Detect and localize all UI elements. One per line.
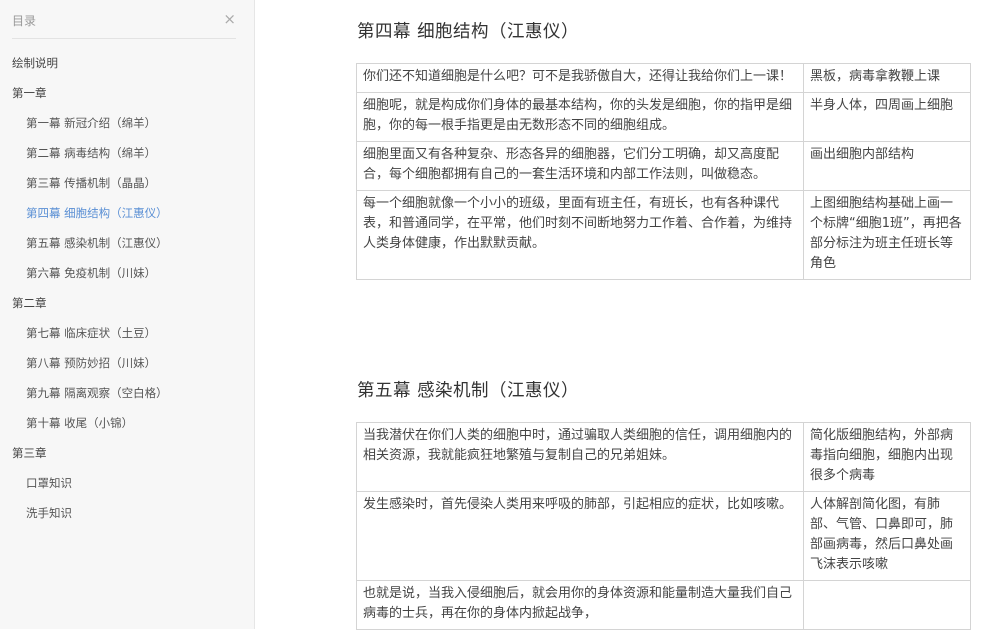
toc-item[interactable]: 第二幕 病毒结构（绵羊） <box>0 138 255 168</box>
toc-item[interactable]: 第一幕 新冠介绍（绵羊） <box>0 108 255 138</box>
toc-item[interactable]: 第八幕 预防妙招（川妹） <box>0 348 255 378</box>
drawing-note-cell <box>803 580 971 630</box>
toc-item[interactable]: 第九幕 隔离观察（空白格） <box>0 378 255 408</box>
toc-item[interactable]: 第七幕 临床症状（土豆） <box>0 318 255 348</box>
drawing-note-cell: 半身人体，四周画上细胞 <box>803 92 971 142</box>
toc-item-active[interactable]: 第四幕 细胞结构（江惠仪） <box>0 198 255 228</box>
toc-header: 目录 × <box>12 10 236 39</box>
toc-item[interactable]: 口罩知识 <box>0 468 255 498</box>
narration-cell: 每一个细胞就像一个小小的班级，里面有班主任，有班长，也有各种课代表，和普通同学，… <box>356 190 804 280</box>
drawing-note-cell: 黑板，病毒拿教鞭上课 <box>803 63 971 93</box>
table-row: 你们还不知道细胞是什么吧？可不是我骄傲自大，还得让我给你们上一课！ 黑板，病毒拿… <box>356 63 971 93</box>
drawing-note-cell: 上图细胞结构基础上画一个标牌“细胞1班”，再把各部分标注为班主任班长等角色 <box>803 190 971 280</box>
section-heading: 第五幕 感染机制（江惠仪） <box>357 381 580 401</box>
drawing-note-cell: 画出细胞内部结构 <box>803 141 971 191</box>
script-table: 当我潜伏在你们人类的细胞中时，通过骗取人类细胞的信任，调用细胞内的相关资源，我就… <box>356 422 971 630</box>
narration-cell: 你们还不知道细胞是什么吧？可不是我骄傲自大，还得让我给你们上一课！ <box>356 63 804 93</box>
narration-cell: 发生感染时，首先侵染人类用来呼吸的肺部，引起相应的症状，比如咳嗽。 <box>356 491 804 581</box>
section-heading: 第四幕 细胞结构（江惠仪） <box>357 22 580 42</box>
toc-sidebar: 目录 × 绘制说明 第一章 第一幕 新冠介绍（绵羊） 第二幕 病毒结构（绵羊） … <box>0 0 255 629</box>
table-row: 细胞呢，就是构成你们身体的最基本结构，你的头发是细胞，你的指甲是细胞，你的每一根… <box>356 92 971 142</box>
toc-item[interactable]: 绘制说明 <box>0 48 255 78</box>
toc-list: 绘制说明 第一章 第一幕 新冠介绍（绵羊） 第二幕 病毒结构（绵羊） 第三幕 传… <box>0 48 255 528</box>
document-content: 第四幕 细胞结构（江惠仪） 你们还不知道细胞是什么吧？可不是我骄傲自大，还得让我… <box>256 0 1003 630</box>
narration-cell: 当我潜伏在你们人类的细胞中时，通过骗取人类细胞的信任，调用细胞内的相关资源，我就… <box>356 422 804 492</box>
table-row: 发生感染时，首先侵染人类用来呼吸的肺部，引起相应的症状，比如咳嗽。 人体解剖简化… <box>356 491 971 581</box>
toc-item[interactable]: 第五幕 感染机制（江惠仪） <box>0 228 255 258</box>
toc-item[interactable]: 第一章 <box>0 78 255 108</box>
toc-item[interactable]: 第二章 <box>0 288 255 318</box>
toc-item[interactable]: 第六幕 免疫机制（川妹） <box>0 258 255 288</box>
close-icon[interactable]: × <box>223 9 236 29</box>
table-row: 当我潜伏在你们人类的细胞中时，通过骗取人类细胞的信任，调用细胞内的相关资源，我就… <box>356 422 971 492</box>
drawing-note-cell: 简化版细胞结构，外部病毒指向细胞，细胞内出现很多个病毒 <box>803 422 971 492</box>
table-row: 细胞里面又有各种复杂、形态各异的细胞器，它们分工明确，却又高度配合，每个细胞都拥… <box>356 141 971 191</box>
toc-title: 目录 <box>12 14 37 28</box>
script-table: 你们还不知道细胞是什么吧？可不是我骄傲自大，还得让我给你们上一课！ 黑板，病毒拿… <box>356 63 971 280</box>
narration-cell: 也就是说，当我入侵细胞后，就会用你的身体资源和能量制造大量我们自己病毒的士兵，再… <box>356 580 804 630</box>
narration-cell: 细胞呢，就是构成你们身体的最基本结构，你的头发是细胞，你的指甲是细胞，你的每一根… <box>356 92 804 142</box>
toc-item[interactable]: 第三章 <box>0 438 255 468</box>
narration-cell: 细胞里面又有各种复杂、形态各异的细胞器，它们分工明确，却又高度配合，每个细胞都拥… <box>356 141 804 191</box>
toc-item[interactable]: 第三幕 传播机制（晶晶） <box>0 168 255 198</box>
table-row: 也就是说，当我入侵细胞后，就会用你的身体资源和能量制造大量我们自己病毒的士兵，再… <box>356 580 971 630</box>
toc-item[interactable]: 第十幕 收尾（小锦） <box>0 408 255 438</box>
drawing-note-cell: 人体解剖简化图，有肺部、气管、口鼻即可，肺部画病毒，然后口鼻处画飞沫表示咳嗽 <box>803 491 971 581</box>
toc-item[interactable]: 洗手知识 <box>0 498 255 528</box>
table-row: 每一个细胞就像一个小小的班级，里面有班主任，有班长，也有各种课代表，和普通同学，… <box>356 190 971 280</box>
